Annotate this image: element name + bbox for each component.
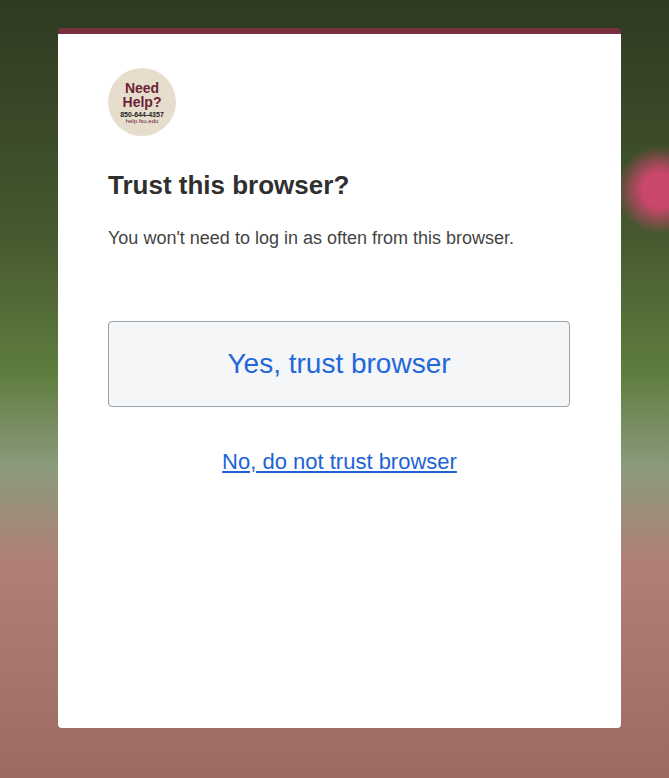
- logo-text: Help?: [123, 95, 162, 109]
- trust-dialog: NeedHelp? 850-644-4357help.fsu.edu Trust t…: [58, 28, 621, 728]
- do-not-trust-link[interactable]: No, do not trust browser: [222, 449, 457, 475]
- logo-phone: 850-644-4357: [120, 111, 164, 118]
- logo-site: help.fsu.edu: [126, 118, 159, 124]
- login-page: NeedHelp? 850-644-4357help.fsu.edu Trust t…: [0, 0, 669, 778]
- dialog-title: Trust this browser?: [108, 170, 571, 201]
- trust-button[interactable]: Yes, trust browser: [108, 321, 570, 407]
- dialog-message: You won't need to log in as often from t…: [108, 219, 528, 257]
- logo-text: Need: [125, 81, 159, 95]
- help-logo: NeedHelp? 850-644-4357help.fsu.edu: [108, 68, 176, 136]
